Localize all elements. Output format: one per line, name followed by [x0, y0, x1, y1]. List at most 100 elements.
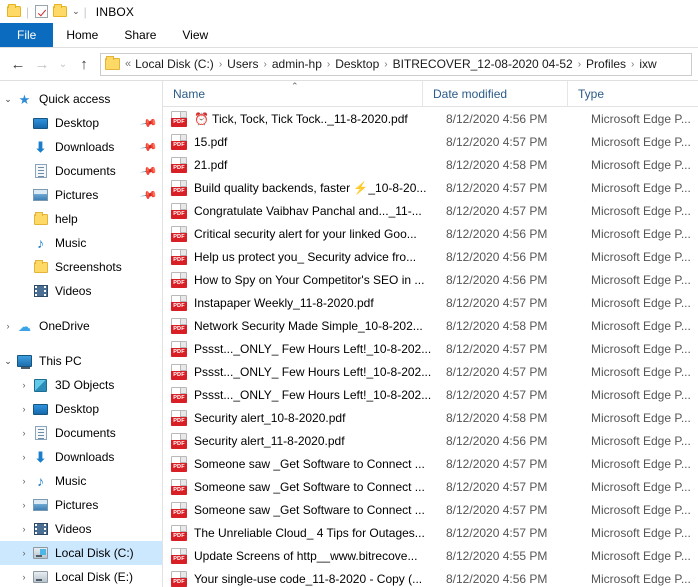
table-row[interactable]: 21.pdf8/12/2020 4:58 PMMicrosoft Edge P.…	[163, 153, 698, 176]
table-row[interactable]: Pssst..._ONLY_ Few Hours Left!_10-8-202.…	[163, 337, 698, 360]
file-name-cell[interactable]: Update Screens of http__www.bitrecove...	[194, 549, 446, 563]
file-name-cell[interactable]: How to Spy on Your Competitor's SEO in .…	[194, 273, 446, 287]
chevron-right-icon[interactable]: ›	[16, 501, 32, 510]
table-row[interactable]: Critical security alert for your linked …	[163, 222, 698, 245]
table-row[interactable]: Security alert_11-8-2020.pdf8/12/2020 4:…	[163, 429, 698, 452]
file-name-cell[interactable]: Pssst..._ONLY_ Few Hours Left!_10-8-202.…	[194, 342, 446, 356]
file-name-cell[interactable]: ⏰ Tick, Tock, Tick Tock.._11-8-2020.pdf	[194, 112, 446, 126]
chevron-right-icon[interactable]: ›	[16, 525, 32, 534]
sidebar-item-local-disk-e[interactable]: › Local Disk (E:)	[0, 565, 162, 587]
table-row[interactable]: ⏰ Tick, Tock, Tick Tock.._11-8-2020.pdf8…	[163, 107, 698, 130]
file-name-cell[interactable]: Network Security Made Simple_10-8-202...	[194, 319, 446, 333]
file-name-cell[interactable]: The Unreliable Cloud_ 4 Tips for Outages…	[194, 526, 446, 540]
chevron-right-icon[interactable]: ›	[16, 429, 32, 438]
breadcrumb-users[interactable]: Users	[227, 57, 258, 71]
table-row[interactable]: Update Screens of http__www.bitrecove...…	[163, 544, 698, 567]
breadcrumb-local-disk-c[interactable]: Local Disk (C:)	[135, 57, 214, 71]
sidebar-item-pictures-pc[interactable]: › Pictures	[0, 493, 162, 517]
breadcrumb-admin-hp[interactable]: admin-hp	[272, 57, 322, 71]
sidebar-item-3d-objects[interactable]: › 3D Objects	[0, 373, 162, 397]
table-row[interactable]: Someone saw _Get Software to Connect ...…	[163, 475, 698, 498]
chevron-down-icon[interactable]: ⌄	[0, 95, 16, 104]
chevron-right-icon[interactable]: ›	[16, 405, 32, 414]
file-name-cell[interactable]: Critical security alert for your linked …	[194, 227, 446, 241]
table-row[interactable]: Your single-use code_11-8-2020 - Copy (.…	[163, 567, 698, 587]
file-name-cell[interactable]: Help us protect you_ Security advice fro…	[194, 250, 446, 264]
file-name-cell[interactable]: Someone saw _Get Software to Connect ...	[194, 457, 446, 471]
file-name-cell[interactable]: Someone saw _Get Software to Connect ...	[194, 503, 446, 517]
pin-icon[interactable]: 📌	[140, 138, 159, 157]
breadcrumb-overflow-icon[interactable]: «	[125, 58, 131, 70]
file-name-cell[interactable]: Instapaper Weekly_11-8-2020.pdf	[194, 296, 446, 310]
folder-icon[interactable]	[6, 4, 22, 20]
pin-icon[interactable]: 📌	[140, 186, 159, 205]
tab-share[interactable]: Share	[111, 23, 169, 47]
sidebar-item-onedrive[interactable]: › ☁ OneDrive	[0, 314, 162, 338]
breadcrumb-desktop[interactable]: Desktop	[335, 57, 379, 71]
sidebar-item-desktop-pc[interactable]: › Desktop	[0, 397, 162, 421]
file-name-cell[interactable]: Security alert_11-8-2020.pdf	[194, 434, 446, 448]
table-row[interactable]: Congratulate Vaibhav Panchal and..._11-.…	[163, 199, 698, 222]
tab-view[interactable]: View	[169, 23, 221, 47]
table-row[interactable]: Security alert_10-8-2020.pdf8/12/2020 4:…	[163, 406, 698, 429]
tab-file[interactable]: File	[0, 23, 53, 47]
breadcrumb-bitrecover-folder[interactable]: BITRECOVER_12-08-2020 04-52	[393, 57, 573, 71]
table-row[interactable]: How to Spy on Your Competitor's SEO in .…	[163, 268, 698, 291]
sidebar-item-videos[interactable]: Videos	[0, 279, 162, 303]
file-name-cell[interactable]: Congratulate Vaibhav Panchal and..._11-.…	[194, 204, 446, 218]
recent-locations-chevron-down-icon[interactable]: ⌄	[54, 52, 72, 76]
file-name-cell[interactable]: Security alert_10-8-2020.pdf	[194, 411, 446, 425]
sidebar-item-downloads-pc[interactable]: › ⬇ Downloads	[0, 445, 162, 469]
chevron-right-icon[interactable]: ›	[0, 322, 16, 331]
chevron-right-icon[interactable]: ›	[16, 453, 32, 462]
sidebar-item-screenshots[interactable]: Screenshots	[0, 255, 162, 279]
new-folder-icon[interactable]	[52, 4, 68, 20]
table-row[interactable]: Pssst..._ONLY_ Few Hours Left!_10-8-202.…	[163, 383, 698, 406]
table-row[interactable]: 15.pdf8/12/2020 4:57 PMMicrosoft Edge P.…	[163, 130, 698, 153]
sidebar-group-quick-access[interactable]: ⌄ ★ Quick access	[0, 87, 162, 111]
chevron-right-icon[interactable]: ›	[16, 381, 32, 390]
tab-home[interactable]: Home	[53, 23, 111, 47]
table-row[interactable]: Pssst..._ONLY_ Few Hours Left!_10-8-202.…	[163, 360, 698, 383]
sidebar-item-music-pc[interactable]: › ♪ Music	[0, 469, 162, 493]
sidebar-item-pictures[interactable]: Pictures 📌	[0, 183, 162, 207]
column-header-date-modified[interactable]: Date modified	[423, 81, 568, 106]
file-name-cell[interactable]: Your single-use code_11-8-2020 - Copy (.…	[194, 572, 446, 586]
file-name-cell[interactable]: Build quality backends, faster ⚡_10-8-20…	[194, 181, 446, 195]
chevron-down-icon[interactable]: ⌄	[0, 357, 16, 366]
column-header-type[interactable]: Type	[568, 81, 698, 106]
customize-qat-chevron-down-icon[interactable]: ⌄	[72, 7, 80, 16]
file-name-cell[interactable]: Someone saw _Get Software to Connect ...	[194, 480, 446, 494]
back-arrow-icon[interactable]: ←	[6, 52, 30, 76]
properties-icon[interactable]	[33, 4, 49, 20]
sidebar-item-help[interactable]: help	[0, 207, 162, 231]
sidebar-item-documents-pc[interactable]: › Documents	[0, 421, 162, 445]
sidebar-item-local-disk-c[interactable]: › Local Disk (C:)	[0, 541, 162, 565]
pin-icon[interactable]: 📌	[140, 162, 159, 181]
up-arrow-icon[interactable]: ↑	[72, 52, 96, 76]
column-header-name[interactable]: Name ⌃	[163, 81, 423, 106]
table-row[interactable]: Someone saw _Get Software to Connect ...…	[163, 452, 698, 475]
sidebar-group-this-pc[interactable]: ⌄ This PC	[0, 349, 162, 373]
table-row[interactable]: Build quality backends, faster ⚡_10-8-20…	[163, 176, 698, 199]
sidebar-item-documents[interactable]: Documents 📌	[0, 159, 162, 183]
table-row[interactable]: Someone saw _Get Software to Connect ...…	[163, 498, 698, 521]
sidebar-item-desktop[interactable]: Desktop 📌	[0, 111, 162, 135]
file-name-cell[interactable]: Pssst..._ONLY_ Few Hours Left!_10-8-202.…	[194, 365, 446, 379]
sidebar-item-downloads[interactable]: ⬇ Downloads 📌	[0, 135, 162, 159]
breadcrumb-profiles[interactable]: Profiles	[586, 57, 626, 71]
pin-icon[interactable]: 📌	[140, 114, 159, 133]
file-name-cell[interactable]: Pssst..._ONLY_ Few Hours Left!_10-8-202.…	[194, 388, 446, 402]
table-row[interactable]: Network Security Made Simple_10-8-202...…	[163, 314, 698, 337]
navigation-pane[interactable]: ⌄ ★ Quick access Desktop 📌 ⬇ Downloads 📌…	[0, 81, 163, 587]
table-row[interactable]: Instapaper Weekly_11-8-2020.pdf8/12/2020…	[163, 291, 698, 314]
breadcrumb-ixw[interactable]: ixw	[639, 57, 656, 71]
chevron-right-icon[interactable]: ›	[16, 549, 32, 558]
table-row[interactable]: Help us protect you_ Security advice fro…	[163, 245, 698, 268]
table-row[interactable]: The Unreliable Cloud_ 4 Tips for Outages…	[163, 521, 698, 544]
sidebar-item-videos-pc[interactable]: › Videos	[0, 517, 162, 541]
sidebar-item-music[interactable]: ♪ Music	[0, 231, 162, 255]
chevron-right-icon[interactable]: ›	[16, 573, 32, 582]
address-bar[interactable]: « Local Disk (C:) › Users › admin-hp › D…	[100, 53, 692, 76]
file-name-cell[interactable]: 15.pdf	[194, 135, 446, 149]
